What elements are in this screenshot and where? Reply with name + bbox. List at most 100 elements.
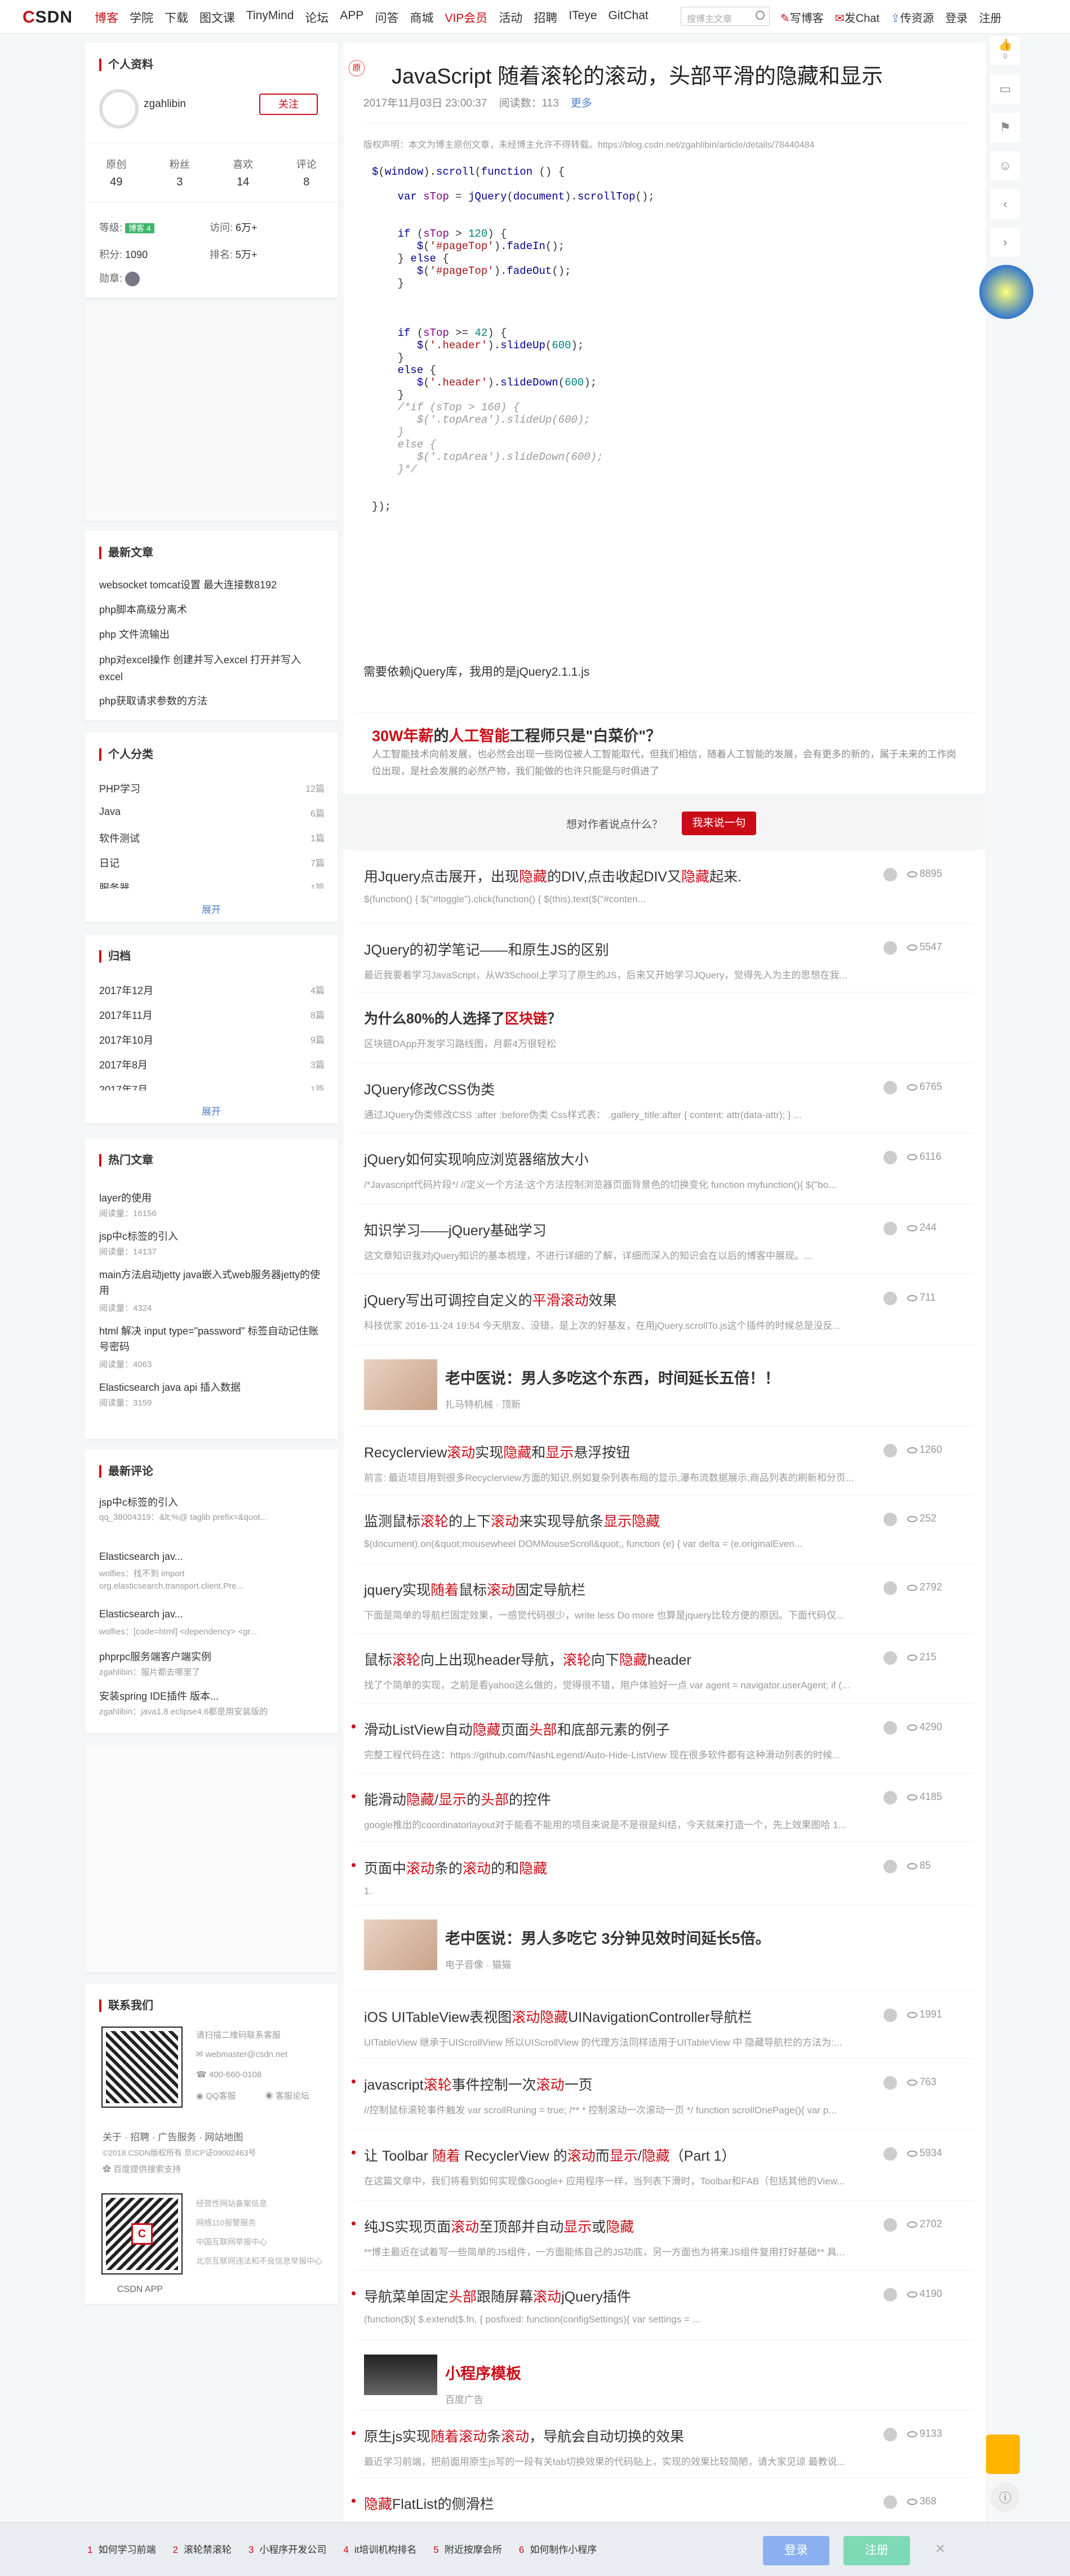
category-item[interactable]: Java <box>99 806 121 818</box>
bottom-link[interactable]: 6 如何制作小程序 <box>519 2542 597 2556</box>
contact-qq[interactable]: ◉ QQ客服 <box>196 2090 236 2101</box>
latest-item[interactable]: php脚本高级分离术 <box>99 602 187 617</box>
author-avatar[interactable] <box>883 1581 897 1595</box>
ai-ad-banner[interactable]: 30W年薪的人工智能工程师只是"白菜价"？ 人工智能技术向前发展，也必然会出现一… <box>344 712 985 793</box>
latest-item[interactable]: php对excel操作 创建并写入excel 打开并写入excel <box>99 651 325 685</box>
baidu-search[interactable]: ✿ 百度提供搜索支持 <box>103 2163 181 2175</box>
nav-download[interactable]: 下载 <box>165 9 188 26</box>
archive-item[interactable]: 2017年8月 <box>99 1057 148 1072</box>
comment-article[interactable]: 安装spring IDE插件 版本... <box>99 1688 219 1703</box>
recommend-title[interactable]: 监测鼠标滚轮的上下滚动来实现导航条显示隐藏 <box>364 1510 660 1531</box>
comment-article[interactable]: jsp中c标签的引入 <box>99 1495 178 1509</box>
latest-item[interactable]: websocket tomcat设置 最大连接数8192 <box>99 577 277 592</box>
bottom-link[interactable]: 5 附近按摩会所 <box>433 2542 501 2556</box>
archive-item[interactable]: 2017年12月 <box>99 983 153 997</box>
recommend-item[interactable]: 纯JS实现页面滚动至顶部并自动显示或隐藏 **博主最近在试着写一些简单的JS组件，… <box>344 2200 985 2270</box>
author-avatar[interactable] <box>883 1651 897 1665</box>
category-item[interactable]: 服务器 <box>99 880 130 889</box>
nav-tinymind[interactable]: TinyMind <box>246 9 294 26</box>
recommend-title[interactable]: 鼠标滚轮向上出现header导航，滚轮向下隐藏header <box>364 1649 691 1669</box>
recommend-item[interactable]: javascript滚轮事件控制一次滚动一页 //控制鼠标滚轮事件触发 var s… <box>344 2058 985 2129</box>
recommend-title[interactable]: 原生js实现随着滚动条滚动，导航会自动切换的效果 <box>364 2426 684 2446</box>
level-badge[interactable]: 博客 4 <box>125 223 154 233</box>
recommend-item[interactable]: 为什么80%的人选择了区块链？ 区块链DApp开发学习路线图，月薪4万很轻松 <box>344 992 985 1063</box>
bottom-login-button[interactable]: 登录 <box>763 2536 829 2565</box>
recommend-title[interactable]: iOS UITableView表视图滚动隐藏UINavigationContro… <box>364 2006 752 2027</box>
avatar[interactable] <box>99 89 139 128</box>
recommend-item[interactable]: 隐藏FlatList的侧滑栏showsVerticalScrollIndicat… <box>344 2477 985 2532</box>
author-avatar[interactable] <box>883 2428 897 2441</box>
author-avatar[interactable] <box>883 2218 897 2232</box>
author-avatar[interactable] <box>883 1151 897 1164</box>
wechat-share-button[interactable]: ☺ <box>991 151 1020 180</box>
latest-item[interactable]: php 文件流输出 <box>99 627 170 641</box>
stat-fans[interactable]: 粉丝 3 <box>148 157 212 189</box>
hot-item-title[interactable]: Elasticsearch java api 插入数据 <box>99 1380 241 1394</box>
author-avatar[interactable] <box>883 1444 897 1457</box>
comment-tool-button[interactable]: ▭ <box>991 74 1020 104</box>
stat-original[interactable]: 原创 49 <box>85 157 148 189</box>
prev-button[interactable]: ‹ <box>991 189 1020 219</box>
nav-course[interactable]: 图文课 <box>199 9 235 26</box>
recommend-item[interactable]: 小程序模板 百度广告 <box>344 2340 985 2410</box>
recommend-title[interactable]: JQuery的初学笔记——和原生JS的区别 <box>364 939 609 959</box>
follow-button[interactable]: 关注 <box>259 94 318 115</box>
archive-item[interactable]: 2017年10月 <box>99 1032 153 1047</box>
author-avatar[interactable] <box>883 868 897 881</box>
report-link[interactable]: 网络110报警服务 <box>196 2217 256 2228</box>
archive-item[interactable]: 2017年7月 <box>99 1082 148 1090</box>
nav-iteye[interactable]: ITeye <box>569 9 597 26</box>
recommend-title[interactable]: javascript滚轮事件控制一次滚动一页 <box>364 2074 593 2094</box>
comment-article[interactable]: Elasticsearch jav... <box>99 1551 183 1563</box>
bookmark-button[interactable]: ⚑ <box>991 113 1020 142</box>
recommend-title[interactable]: JQuery修改CSS伪类 <box>364 1079 495 1099</box>
nav-forum[interactable]: 论坛 <box>305 9 328 26</box>
author-avatar[interactable] <box>883 2147 897 2161</box>
author-avatar[interactable] <box>883 1860 897 1873</box>
nav-blog[interactable]: 博客 <box>95 9 118 26</box>
stat-likes[interactable]: 喜欢 14 <box>211 157 275 189</box>
archive-expand-link[interactable]: 展开 <box>85 1103 338 1118</box>
report-link[interactable]: 经营性网站备案信息 <box>196 2198 267 2209</box>
search-input[interactable]: 搜博主文章 <box>681 7 770 26</box>
recommend-title[interactable]: 让 Toolbar 随着 RecyclerView 的滚动而显示/隐藏（Part… <box>364 2145 736 2165</box>
recommend-title[interactable]: 老中医说：男人多吃这个东西，时间延长五倍！！ <box>445 1366 780 1388</box>
bottom-link[interactable]: 1 如何学习前端 <box>87 2542 156 2556</box>
hot-item-title[interactable]: html 解决 input type="password" 标签自动记住账号密码 <box>99 1323 325 1355</box>
article-more-link[interactable]: 更多 <box>571 97 592 109</box>
bottom-register-button[interactable]: 注册 <box>843 2536 910 2565</box>
recommend-item[interactable]: 老中医说：男人多吃这个东西，时间延长五倍！！ 扎马特机械 · 顶新 <box>344 1345 985 1426</box>
author-avatar[interactable] <box>883 1292 897 1305</box>
report-link[interactable]: 北京互联网违法和不良信息举报中心 <box>196 2255 326 2267</box>
recommend-title[interactable]: 老中医说：男人多吃它 3分钟见效时间延长5倍。 <box>445 1926 771 1948</box>
author-avatar[interactable] <box>883 1222 897 1235</box>
recommend-title[interactable]: 隐藏FlatList的侧滑栏 <box>364 2493 494 2513</box>
nav-app[interactable]: APP <box>340 9 363 26</box>
post-chat-link[interactable]: ✉发Chat <box>835 9 880 25</box>
recommend-item[interactable]: jQuery写出可调控自定义的平滑滚动效果 科技优家 2016-11-24 19:… <box>344 1274 985 1345</box>
recommend-item[interactable]: jQuery如何实现响应浏览器缩放大小 /*Javascript代码片段*/ //… <box>344 1133 985 1204</box>
csdn-logo[interactable]: CSDN <box>23 8 73 27</box>
recommend-item[interactable]: iOS UITableView表视图滚动隐藏UINavigationContro… <box>344 1990 985 2058</box>
recommend-item[interactable]: 老中医说：男人多吃它 3分钟见效时间延长5倍。 电子音像 · 猫猫 <box>344 1905 985 1990</box>
next-button[interactable]: › <box>991 228 1020 257</box>
recommend-item[interactable]: 让 Toolbar 随着 RecyclerView 的滚动而显示/隐藏（Part… <box>344 2129 985 2200</box>
footer-links[interactable]: 关于 · 招聘 · 广告服务 · 网站地图 <box>103 2129 243 2143</box>
recommend-title[interactable]: 小程序模板 <box>445 2361 521 2383</box>
author-avatar[interactable] <box>883 2288 897 2302</box>
hot-item-title[interactable]: jsp中c标签的引入 <box>99 1229 178 1243</box>
comment-article[interactable]: phprpc服务端客户端实例 <box>99 1649 211 1664</box>
recommend-item[interactable]: Recyclerview滚动实现隐藏和显示悬浮按钮 前言: 最近项目用到很多Rec… <box>344 1426 985 1495</box>
recommend-item[interactable]: 知识学习——jQuery基础学习 这文章知识我对jQuery知识的基本梳理，不进行… <box>344 1204 985 1274</box>
recommend-title[interactable]: 知识学习——jQuery基础学习 <box>364 1220 547 1240</box>
recommend-item[interactable]: 导航菜单固定头部跟随屏幕滚动jQuery插件 (function($){ $.ex… <box>344 2270 985 2340</box>
recommend-item[interactable]: 原生js实现随着滚动条滚动，导航会自动切换的效果 最近学习前端，把前面用原生js写… <box>344 2410 985 2477</box>
recommend-item[interactable]: JQuery的初学笔记——和原生JS的区别 最近我要着学习JavaScript，从… <box>344 923 985 992</box>
author-avatar[interactable] <box>883 1721 897 1735</box>
comment-button[interactable]: 我来说一句 <box>682 812 756 835</box>
vip-ad-icon[interactable] <box>986 2435 1020 2474</box>
contact-email[interactable]: ✉ webmaster@csdn.net <box>196 2049 287 2059</box>
medal-icon[interactable] <box>125 272 140 287</box>
author-avatar[interactable] <box>883 1513 897 1526</box>
contact-forum[interactable]: ◉ 客服论坛 <box>265 2090 309 2101</box>
